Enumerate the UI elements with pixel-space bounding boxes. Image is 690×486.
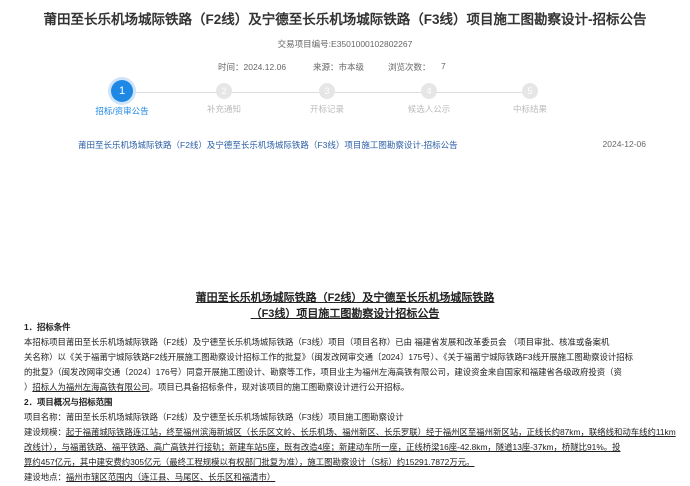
- notice-date: 2024-12-06: [602, 139, 646, 149]
- section-1-line-3: 的批复》（闽发改网审交通〔2024〕176号）同意开展施工图设计、勘察等工作，项…: [24, 367, 622, 377]
- step-label: 中标结果: [512, 104, 547, 114]
- tenderer-name: 招标人为福州左海高铁有限公司: [32, 382, 150, 392]
- source: 来源：市本级: [313, 62, 365, 72]
- progress-steps: 1 招标/资审公告 2 补充通知 3 开标记录 4 候选人公示 5 中标结果: [0, 80, 690, 120]
- view-count-label: 浏览次数：: [388, 62, 431, 72]
- step-award-result[interactable]: 5 中标结果: [490, 80, 570, 115]
- view-count: 7: [441, 61, 446, 71]
- location-line: 建设地点：福州市辖区范围内（连江县、马尾区、长乐区和福清市）: [24, 472, 276, 482]
- scale-line-1: 建设规模：起于福莆城际铁路连江站，终至福州滨海新城区（长乐区文岭、长乐机场、福州…: [24, 427, 676, 437]
- section-2-heading: 2．项目概况与招标范围: [24, 397, 113, 407]
- project-number: 交易项目编号:E3501000102802267: [277, 39, 413, 49]
- step-number: 1: [111, 80, 133, 102]
- meta-row: 时间：2024.12.06 来源：市本级 浏览次数： 7: [0, 61, 690, 73]
- section-1-line-4: ）招标人为福州左海高铁有限公司。项目已具备招标条件，现对该项目的施工图勘察设计进…: [24, 382, 410, 392]
- step-bid-opening[interactable]: 3 开标记录: [287, 80, 367, 115]
- scale-line-2: 改线计），与福莆铁路、福平铁路、高广高铁并行接轨；新建车站5座，既有改造4座；新…: [24, 442, 621, 452]
- document-title-line-2: （F3线）项目施工图勘察设计招标公告: [250, 308, 440, 320]
- section-1-line-1: 本招标项目莆田至长乐机场城际铁路（F2线）及宁德至长乐机场城际铁路（F3线）项目…: [24, 337, 610, 347]
- scale-line-3: 算约457亿元，其中建安费约305亿元（最终工程规模以有权部门批复为准），施工图…: [24, 457, 475, 467]
- step-number: 4: [421, 83, 437, 99]
- document-title-line-1: 莆田至长乐机场城际铁路（F2线）及宁德至长乐机场城际铁路: [195, 292, 495, 304]
- step-number: 5: [522, 83, 538, 99]
- step-label: 开标记录: [309, 104, 344, 114]
- publish-time: 时间：2024.12.06: [218, 62, 287, 72]
- step-number: 2: [216, 83, 232, 99]
- step-candidate-publicity[interactable]: 4 候选人公示: [389, 80, 469, 115]
- step-supplementary-notice[interactable]: 2 补充通知: [184, 80, 264, 115]
- step-bid-notice[interactable]: 1 招标/资审公告: [82, 80, 162, 117]
- step-label: 招标/资审公告: [95, 106, 149, 116]
- step-label: 候选人公示: [407, 104, 451, 114]
- section-1-heading: 1．招标条件: [24, 322, 71, 332]
- section-1-line-2: 关名称）以《关于福莆宁城际铁路F2线开展施工图勘察设计招标工作的批复》（闽发改网…: [24, 352, 634, 362]
- page-title: 莆田至长乐机场城际铁路（F2线）及宁德至长乐机场城际铁路（F3线）项目施工图勘察…: [43, 12, 647, 27]
- project-name: 项目名称：莆田至长乐机场城际铁路（F2线）及宁德至长乐机场城际铁路（F3线）项目…: [24, 412, 404, 422]
- step-number: 3: [319, 83, 335, 99]
- step-label: 补充通知: [206, 104, 241, 114]
- notice-link[interactable]: 莆田至长乐机场城际铁路（F2线）及宁德至长乐机场城际铁路（F3线）项目施工图勘察…: [78, 139, 458, 151]
